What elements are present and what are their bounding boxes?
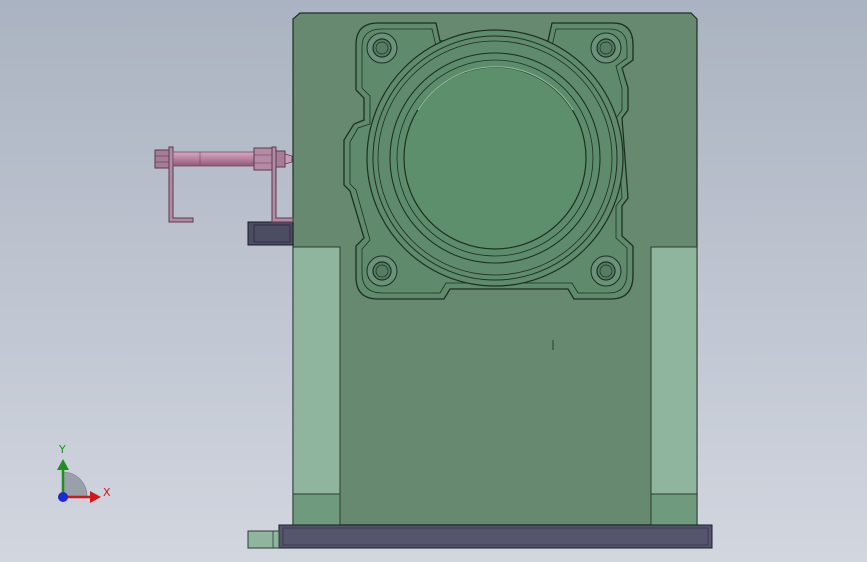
right-foot-block	[650, 493, 698, 526]
bolt-hole-bottom-left	[366, 255, 398, 287]
model-canvas[interactable]	[0, 0, 867, 562]
bolt-hole-top-left	[366, 32, 398, 64]
triad-origin	[58, 492, 68, 502]
shaft-end-nut	[154, 149, 170, 169]
shaft-tip	[284, 153, 293, 165]
x-axis-label: X	[103, 486, 111, 499]
base-plate-main	[278, 524, 713, 549]
left-side-panel	[292, 246, 341, 495]
shaft-collar	[275, 150, 286, 168]
bore-face	[403, 66, 587, 250]
right-side-panel	[650, 246, 698, 495]
output-bore[interactable]	[366, 29, 624, 287]
y-axis-label: Y	[59, 443, 66, 456]
bolt-hole-top-right	[590, 32, 622, 64]
base-plate[interactable]	[247, 524, 713, 549]
cad-viewport[interactable]: Y X	[0, 0, 867, 562]
shaft-hex-nut	[253, 147, 273, 171]
bolt-hole-bottom-right	[590, 255, 622, 287]
shaft-rod	[172, 151, 255, 167]
bracket-block	[247, 221, 294, 246]
base-plate-left-tab	[247, 530, 280, 549]
gearbox-housing[interactable]	[292, 12, 698, 526]
left-foot-block	[292, 493, 341, 526]
mounting-bracket[interactable]	[247, 221, 294, 246]
